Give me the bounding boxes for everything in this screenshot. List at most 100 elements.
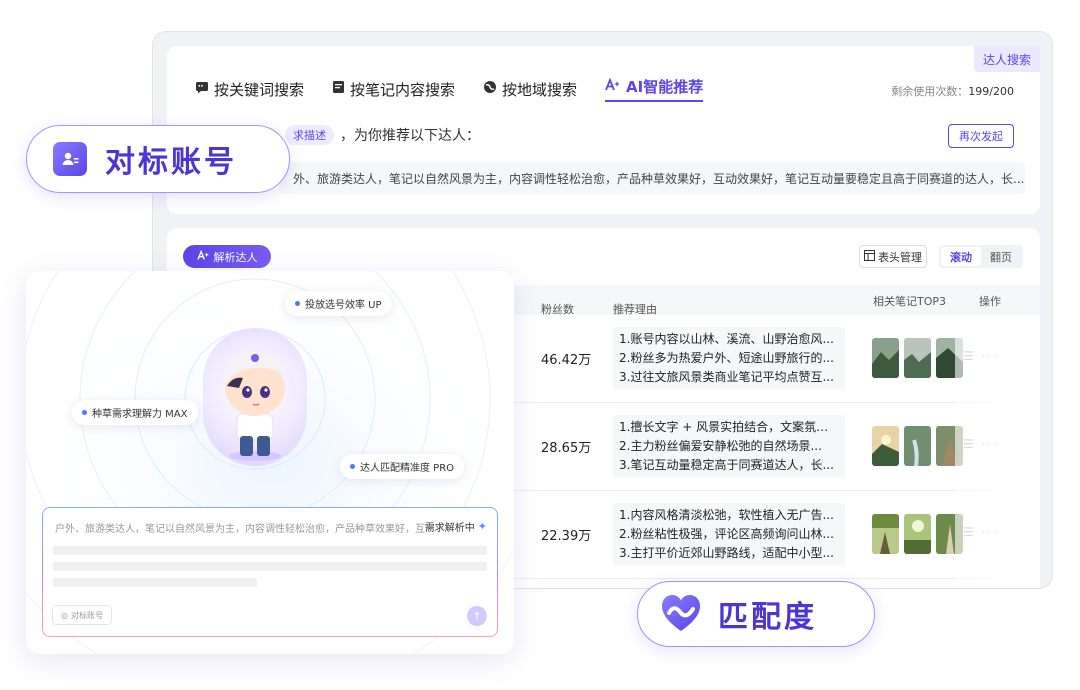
requirement-input-text: 户外、旅游类达人，笔记以自然风景为主，内容调性轻松治愈，产品种草效果好，互... [55,524,435,535]
benchmark-account-badge-label: 对标账号 [105,145,237,180]
tab-ai-recommend[interactable]: AI智能推荐 [605,76,704,102]
tab-label: AI智能推荐 [626,78,704,96]
tab-note-content-search[interactable]: 按笔记内容搜索 [332,76,455,102]
remaining-label: 剩余使用次数： [891,85,969,98]
loading-skeleton-line [53,578,257,587]
remaining-uses: 剩余使用次数：199/200 [891,83,1014,99]
parsing-status: 需求解析中 ✦ [425,519,487,534]
mascot-character-icon [225,352,287,461]
col-notes: 相关笔记TOP3 [873,295,947,308]
request-desc-pill[interactable]: 求描述 [285,125,334,145]
send-button[interactable]: ↑ [467,606,487,626]
message-square-icon [195,80,209,98]
list-icon[interactable]: ☰ [963,437,976,451]
chip-accuracy: 达人匹配精准度 PRO [340,454,465,479]
chip-label: 种草需求理解力 MAX [92,409,188,420]
request-description: 外、旅游类达人，笔记以自然风景为主，内容调性轻松治愈，产品种草效果好，互动效果好… [279,162,1025,194]
ai-sparkle-icon [605,77,621,96]
target-icon: ◎ [61,610,68,620]
note-thumbnail[interactable] [872,514,899,554]
row-actions: ☰ ··· [963,525,999,539]
note-thumbnail[interactable] [904,338,931,378]
retry-button[interactable]: 再次发起 [948,124,1014,148]
chip-label: 投放选号效率 UP [305,300,382,311]
more-icon[interactable]: ··· [982,437,999,451]
ai-sparkle-icon [196,249,210,264]
requirement-input[interactable]: 户外、旅游类达人，笔记以自然风景为主，内容调性轻松治愈，产品种草效果好，互...… [42,507,498,637]
reason-line: 1.擅长文字 + 风景实拍结合，文案氛围... [619,420,839,434]
note-thumbnail[interactable] [904,426,931,466]
globe-icon [483,80,497,98]
reason-line: 2.主力粉丝偏爱安静松弛的自然场景... [619,439,822,453]
fans-count: 28.65万 [541,441,592,456]
reason-line: 1.账号内容以山林、溪流、山野治愈风... [619,332,834,346]
note-thumbnails [872,426,963,466]
header-manage-label: 表头管理 [878,250,922,264]
parse-label: 解析达人 [213,250,258,264]
reason-line: 3.主打平价近郊山野路线，适配中小型... [619,546,834,560]
reason-line: 1.内容风格清淡松弛，软性植入无广告... [619,508,834,522]
reason-line: 3.笔记互动量稳定高于同赛道达人，长... [619,458,834,472]
heart-wave-icon [662,595,700,631]
ai-parse-panel: 投放选号效率 UP 种草需求理解力 MAX 达人匹配精准度 PRO 户外、旅游类… [26,271,514,654]
note-thumbnail[interactable] [936,426,963,466]
parsing-label: 需求解析中 [424,523,475,534]
note-thumbnails [872,338,963,378]
list-icon[interactable]: ☰ [963,525,976,539]
search-tabs: 按关键词搜索 按笔记内容搜索 按地域搜索 AI智能推荐 [195,76,704,102]
sparkle-icon: ✦ [477,520,487,533]
row-actions: ☰ ··· [963,349,999,363]
reason-box: 1.内容风格清淡松弛，软性植入无广告... 2.粉丝粘性极强，评论区高频询问山林… [613,503,845,565]
note-thumbnail[interactable] [936,514,963,554]
chip-label: 达人匹配精准度 PRO [360,463,455,474]
note-thumbnail[interactable] [936,338,963,378]
recommend-prompt: 求描述 ，为你推荐以下达人： [285,125,480,145]
prompt-text: ，为你推荐以下达人： [340,128,480,144]
match-degree-badge-label: 匹配度 [718,600,817,635]
mode-scroll-option[interactable]: 滚动 [941,247,981,266]
loading-skeleton-line [53,562,487,571]
sort-icon[interactable]: ⊢ [541,301,551,314]
reason-box: 1.擅长文字 + 风景实拍结合，文案氛围... 2.主力粉丝偏爱安静松弛的自然场… [613,415,845,477]
row-actions: ☰ ··· [963,437,999,451]
match-degree-badge: 匹配度 [637,581,875,647]
benchmark-account-chip[interactable]: ◎ 对标账号 [52,605,112,625]
tab-region-search[interactable]: 按地域搜索 [483,76,577,102]
col-ops: 操作 [979,295,1001,308]
scroll-page-toggle: 滚动 翻页 [939,245,1023,268]
more-icon[interactable]: ··· [982,349,999,363]
document-icon [332,80,345,98]
arrow-up-icon: ↑ [472,609,482,623]
fans-count: 22.39万 [541,529,592,544]
reason-line: 2.粉丝粘性极强，评论区高频询问山林... [619,527,834,541]
table-icon [864,249,875,264]
reason-line: 3.过往文旅风景类商业笔记平均点赞互... [619,370,834,384]
list-icon[interactable]: ☰ [963,349,976,363]
ai-mascot [203,328,307,466]
parse-influencer-button[interactable]: 解析达人 [183,245,271,268]
fans-count: 46.42万 [541,353,592,368]
chip-understanding: 种草需求理解力 MAX [72,400,198,425]
reason-box: 1.账号内容以山林、溪流、山野治愈风... 2.粉丝多为热爱户外、短途山野旅行的… [613,327,845,389]
remaining-value: 199/200 [968,85,1014,98]
reason-line: 2.粉丝多为热爱户外、短途山野旅行的... [619,351,834,365]
more-icon[interactable]: ··· [982,525,999,539]
benchmark-account-badge: 对标账号 [26,125,290,193]
note-thumbnail[interactable] [904,514,931,554]
dot-icon [82,410,87,415]
tab-label: 按笔记内容搜索 [350,80,456,99]
note-thumbnails [872,514,963,554]
user-card-icon [53,142,87,176]
note-thumbnail[interactable] [872,426,899,466]
note-thumbnail[interactable] [872,338,899,378]
influencer-search-tag[interactable]: 达人搜索 [974,46,1040,72]
tab-label: 按关键词搜索 [214,80,305,99]
mode-page-option[interactable]: 翻页 [981,247,1021,266]
tab-label: 按地域搜索 [502,80,578,99]
search-card: 达人搜索 按关键词搜索 按笔记内容搜索 按地域搜索 AI智能推荐 剩余使用次数：… [167,46,1040,214]
header-manage-button[interactable]: 表头管理 [859,245,927,268]
chip-efficiency: 投放选号效率 UP [285,291,392,316]
tab-keyword-search[interactable]: 按关键词搜索 [195,76,304,102]
bench-chip-label: 对标账号 [70,610,103,620]
dot-icon [350,464,355,469]
